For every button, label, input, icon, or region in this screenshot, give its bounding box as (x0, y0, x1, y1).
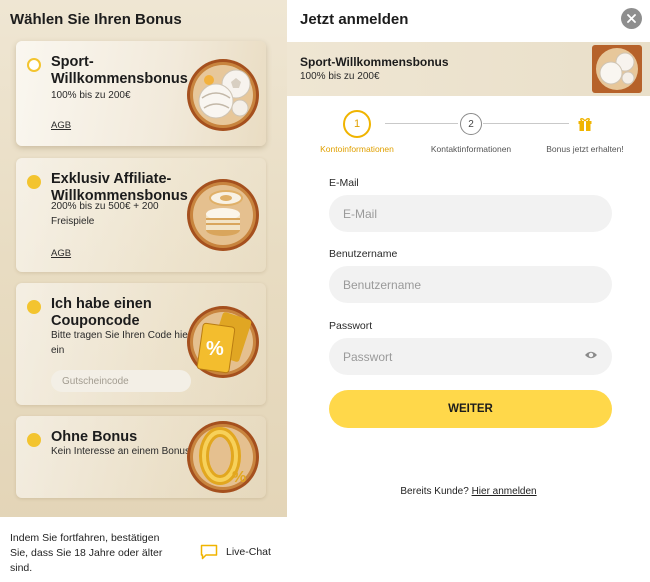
bonus-option-desc: 200% bis zu 500€ + 200 Freispiele (51, 201, 159, 227)
close-icon (627, 14, 636, 23)
bonus-option-desc: Kein Interesse an einem Bonus (51, 446, 190, 457)
email-label: E-Mail (329, 177, 359, 189)
close-button[interactable] (621, 8, 642, 29)
selected-bonus-banner: Sport-Willkommensbonus 100% bis zu 200€ (287, 42, 650, 96)
login-prefix: Bereits Kunde? (400, 486, 469, 497)
username-label: Benutzername (329, 248, 398, 260)
bonus-option-title: Sport-Willkommensbonus (51, 54, 188, 87)
bonus-option-affiliate[interactable]: Exklusiv Affiliate-Willkommensbonus 200%… (16, 158, 266, 272)
password-label: Passwort (329, 320, 373, 332)
age-confirmation-text: Indem Sie fortfahren, bestätigen Sie, da… (10, 532, 163, 574)
coupon-code-input[interactable] (51, 370, 191, 392)
chat-icon (200, 544, 218, 560)
svg-text:%: % (206, 338, 224, 360)
casino-chips-icon (187, 179, 259, 251)
svg-text:%: % (232, 469, 246, 486)
agb-link[interactable]: AGB (51, 248, 71, 259)
step-connector (385, 123, 458, 124)
login-link[interactable]: Hier anmelden (472, 486, 537, 497)
bonus-option-desc: Bitte tragen Sie Ihren Code hier ein (51, 330, 192, 356)
login-prompt: Bereits Kunde? Hier anmelden (287, 486, 650, 497)
continue-button[interactable]: WEITER (329, 390, 612, 428)
bonus-radio[interactable] (27, 58, 41, 72)
step-connector (483, 123, 569, 124)
password-field[interactable] (329, 338, 612, 375)
gift-icon (578, 118, 592, 131)
football-icon (592, 45, 642, 93)
bonus-option-sport[interactable]: Sport-Willkommensbonus 100% bis zu 200€ … (16, 41, 266, 146)
banner-title: Sport-Willkommensbonus (300, 55, 449, 69)
banner-subtitle: 100% bis zu 200€ (300, 71, 380, 82)
bonus-selection-panel: Wählen Sie Ihren Bonus Sport-Willkommens… (0, 0, 287, 582)
agb-link[interactable]: AGB (51, 120, 71, 131)
username-field[interactable] (329, 266, 612, 303)
email-field[interactable] (329, 195, 612, 232)
bonus-radio[interactable] (27, 300, 41, 314)
bonus-option-coupon[interactable]: Ich habe einen Couponcode Bitte tragen S… (16, 283, 266, 405)
bonus-radio[interactable] (27, 175, 41, 189)
bonus-option-none[interactable]: Ohne Bonus Kein Interesse an einem Bonus… (16, 416, 266, 498)
legal-footer: Indem Sie fortfahren, bestätigen Sie, da… (0, 517, 287, 582)
bonus-option-desc: 100% bis zu 200€ (51, 90, 131, 101)
step-1-label: Kontoinformationen (320, 144, 394, 154)
registration-panel: Jetzt anmelden Sport-Willkommensbonus 10… (287, 0, 650, 582)
eye-icon[interactable] (584, 350, 598, 360)
step-3-label: Bonus jetzt erhalten! (546, 144, 624, 154)
step-1-circle: 1 (343, 110, 371, 138)
zero-percent-icon: % (187, 421, 259, 493)
step-2-label: Kontaktinformationen (430, 144, 512, 154)
live-chat-button[interactable]: Live-Chat (200, 544, 271, 560)
step-2-circle: 2 (460, 113, 482, 135)
live-chat-label: Live-Chat (226, 546, 271, 558)
registration-title: Jetzt anmelden (300, 11, 409, 28)
bonus-option-title: Ich habe einen Couponcode (51, 296, 152, 329)
registration-stepper: 1 2 Kontoinformationen Kontaktinformatio… (287, 108, 650, 158)
bonus-panel-title: Wählen Sie Ihren Bonus (10, 11, 182, 28)
coupon-icon: % (187, 306, 259, 378)
bonus-radio[interactable] (27, 433, 41, 447)
football-icon (187, 59, 259, 131)
